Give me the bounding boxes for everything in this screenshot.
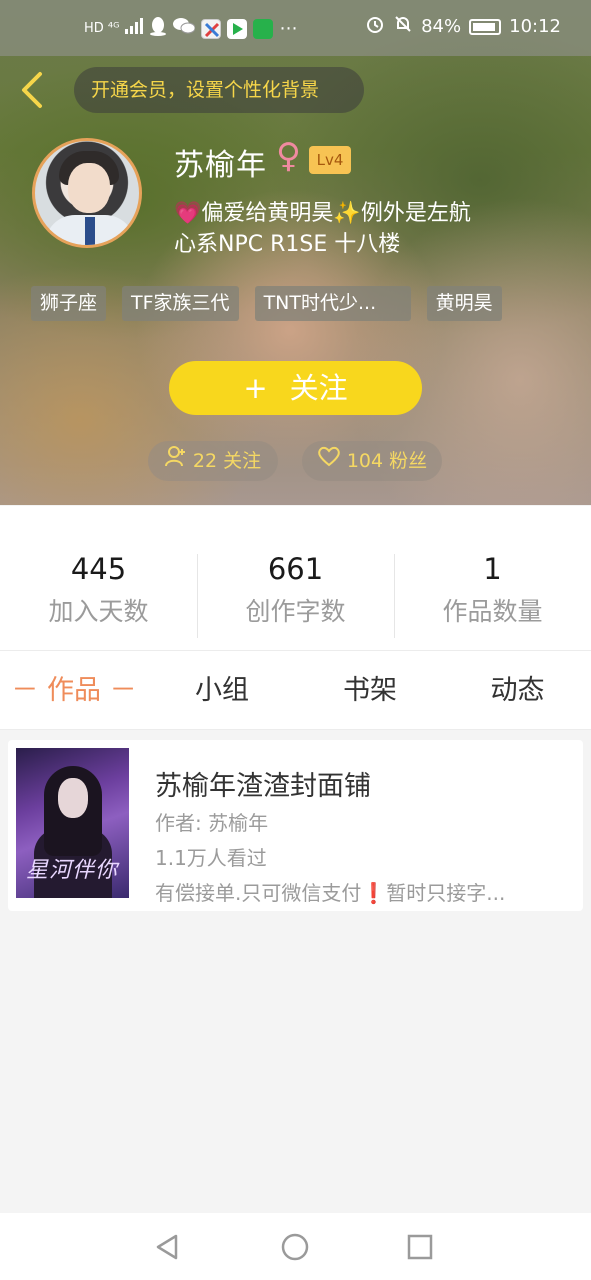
avatar[interactable] (32, 138, 142, 248)
description-part1: 有偿接单.只可微信支付 (155, 881, 362, 905)
tag[interactable]: TF家族三代 (122, 286, 239, 321)
heart-outline-icon (317, 441, 341, 481)
battery-icon (469, 18, 502, 35)
follow-label: 关注 (289, 371, 348, 405)
qq-icon (149, 16, 167, 41)
tab-bar: － 作品 － 小组 书架 动态 (0, 650, 591, 730)
stats-panel: 445 加入天数 661 创作字数 1 作品数量 (0, 506, 591, 650)
system-nav-bar (0, 1213, 591, 1280)
back-button[interactable] (16, 70, 50, 110)
signal-icon (125, 18, 144, 39)
female-icon: ♀ (276, 136, 301, 176)
stat-label: 加入天数 (48, 597, 149, 626)
vip-background-banner[interactable]: 开通会员，设置个性化背景 (74, 67, 364, 113)
tag-list: 狮子座 TF家族三代 TNT时代少... 黄明昊 (31, 286, 502, 321)
stat-works-count: 1 作品数量 (394, 552, 591, 628)
battery-percent: 84% (421, 16, 462, 37)
stat-value: 1 (483, 552, 502, 586)
nav-home-button[interactable] (279, 1231, 311, 1263)
status-bar: HD ⁴ᴳ ⋯ 84% 10:12 (0, 0, 591, 56)
profile-screen: HD ⁴ᴳ ⋯ 84% 10:12 开通会员，设置个性化背景 苏榆年 ♀ Lv4… (0, 0, 591, 1280)
tab-works[interactable]: － 作品 － (0, 651, 148, 731)
tab-groups[interactable]: 小组 (148, 651, 296, 731)
iqiyi-icon (253, 18, 274, 39)
circle-home-icon (279, 1233, 311, 1267)
bio-part1: 偏爱给黄明昊 (201, 201, 334, 226)
network-indicator: HD ⁴ᴳ (84, 21, 120, 36)
work-card[interactable]: 星河伴你 苏榆年渣渣封面铺 作者: 苏榆年 1.1万人看过 有偿接单.只可微信支… (8, 740, 583, 911)
wechat-icon (173, 17, 196, 40)
nav-back-button[interactable] (152, 1231, 184, 1263)
plus-icon: + (243, 371, 268, 405)
work-title: 苏榆年渣渣封面铺 (155, 771, 371, 802)
heart-icon: 💗 (174, 201, 202, 226)
tag[interactable]: 黄明昊 (426, 286, 502, 321)
chevron-left-icon (16, 72, 50, 114)
fans-count: 104 粉丝 (346, 450, 428, 472)
stat-value: 445 (70, 552, 127, 586)
bio-part2: 例外是左航 (360, 201, 471, 226)
stat-word-count: 661 创作字数 (197, 552, 394, 628)
follow-button[interactable]: + 关注 (169, 361, 422, 415)
sparkle-icon: ✨ (333, 201, 361, 226)
level-badge: Lv4 (309, 146, 351, 174)
nav-recents-button[interactable] (404, 1231, 436, 1263)
stat-label: 作品数量 (442, 597, 543, 626)
work-cover-image[interactable]: 星河伴你 (16, 748, 129, 898)
alarm-icon (365, 14, 385, 39)
clock: 10:12 (509, 16, 561, 37)
user-plus-icon (164, 441, 187, 481)
tab-bookshelf[interactable]: 书架 (296, 651, 444, 731)
description-part2: 暂时只接字... (386, 881, 506, 905)
profile-header-background: HD ⁴ᴳ ⋯ 84% 10:12 开通会员，设置个性化背景 苏榆年 ♀ Lv4… (0, 0, 591, 505)
stat-label: 创作字数 (245, 597, 346, 626)
bio: 💗偏爱给黄明昊✨例外是左航 心系NPC R1SE 十八楼 (174, 198, 554, 260)
video-app-icon (227, 18, 248, 39)
mute-icon (393, 14, 413, 39)
nickname: 苏榆年 (174, 148, 267, 183)
fans-button[interactable]: 104 粉丝 (302, 441, 442, 481)
tag[interactable]: TNT时代少... (254, 286, 411, 321)
exclamation-icon: ❗ (361, 881, 387, 905)
work-author: 作者: 苏榆年 (155, 811, 269, 835)
status-icons-right: 84% 10:12 (365, 14, 561, 39)
triangle-back-icon (152, 1234, 184, 1267)
stat-value: 661 (267, 552, 324, 586)
square-recents-icon (404, 1234, 436, 1267)
following-button[interactable]: 22 关注 (148, 441, 278, 481)
cover-text: 星河伴你 (26, 858, 119, 883)
following-count: 22 关注 (192, 450, 262, 472)
status-icons-left: HD ⁴ᴳ ⋯ (84, 16, 297, 41)
tag[interactable]: 狮子座 (31, 286, 107, 321)
stat-join-days: 445 加入天数 (0, 552, 197, 628)
more-icon: ⋯ (279, 18, 298, 39)
work-views: 1.1万人看过 (155, 846, 267, 870)
work-description: 有偿接单.只可微信支付❗暂时只接字... (155, 877, 505, 906)
tab-activity[interactable]: 动态 (444, 651, 591, 731)
bio-line2: 心系NPC R1SE 十八楼 (174, 232, 401, 257)
browser-app-icon (201, 18, 222, 39)
